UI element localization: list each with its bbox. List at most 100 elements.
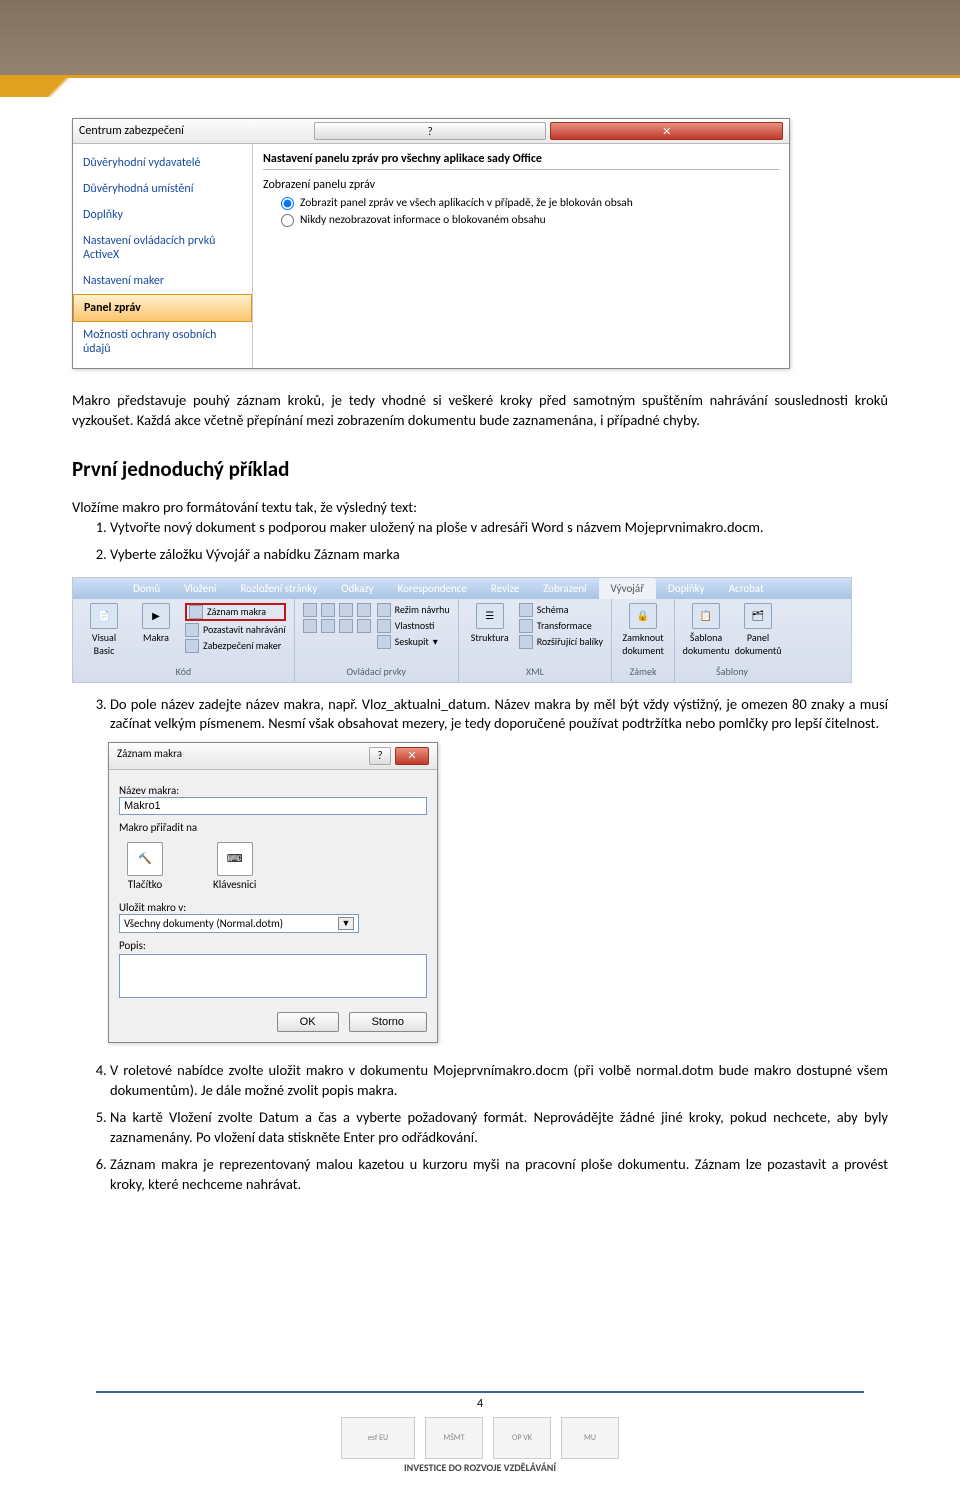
radio-show-bar-input[interactable] (281, 197, 294, 210)
close-icon[interactable]: ✕ (550, 122, 783, 140)
pause-recording-button[interactable]: Pozastavit nahrávání (185, 623, 286, 637)
security-icon (185, 639, 199, 653)
group-label-templates: Šablony (716, 663, 748, 682)
tab-review[interactable]: Revize (479, 578, 531, 599)
store-in-value: Všechny dokumenty (Normal.dotm) (124, 917, 283, 930)
nav-privacy[interactable]: Možnosti ochrany osobních údajů (73, 322, 252, 362)
group-label-code: Kód (176, 663, 192, 682)
radio-show-bar-label: Zobrazit panel zpráv ve všech aplikacích… (300, 196, 633, 210)
nav-trusted-locations[interactable]: Důvěryhodná umístění (73, 176, 252, 202)
visual-basic-icon: 📄 (90, 603, 118, 629)
expansion-icon (519, 635, 533, 649)
macro-name-label: Název makra: (119, 784, 427, 797)
ribbon-group-protect: 🔒 Zamknout dokument Zámek (612, 599, 675, 682)
description-label: Popis: (119, 939, 427, 952)
record-macro-button[interactable]: Záznam makra (185, 603, 286, 621)
settings-panel-title: Nastavení panelu zpráv pro všechny aplik… (263, 152, 779, 170)
macro-name-input[interactable] (119, 797, 427, 815)
schema-button[interactable]: Schéma (519, 603, 603, 617)
expansion-packs-button[interactable]: Rozšiřující balíky (519, 635, 603, 649)
esf-logo: esf EU (341, 1417, 415, 1459)
macros-icon: ▶ (142, 603, 170, 629)
assign-to-button[interactable]: 🔨 Tlačítko (127, 842, 163, 891)
cancel-button[interactable]: Storno (349, 1012, 427, 1032)
radio-show-bar[interactable]: Zobrazit panel zpráv ve všech aplikacích… (281, 196, 779, 210)
page-footer: 4 esf EU MŠMT OP VK MU INVESTICE DO ROZV… (0, 1391, 960, 1474)
record-icon (189, 605, 203, 619)
tab-insert[interactable]: Vložení (172, 578, 228, 599)
chevron-down-icon: ▼ (338, 917, 354, 930)
group-label-xml: XML (526, 663, 544, 682)
group-label-protect: Zámek (630, 663, 657, 682)
transform-icon (519, 619, 533, 633)
nav-addins[interactable]: Doplňky (73, 202, 252, 228)
tab-home[interactable]: Domů (121, 578, 172, 599)
macro-security-button[interactable]: Zabezpečení maker (185, 639, 286, 653)
record-dialog-title: Záznam makra (117, 747, 365, 765)
document-header-band (0, 0, 960, 78)
visual-basic-button[interactable]: 📄 Visual Basic (81, 603, 127, 663)
template-icon: 📋 (692, 603, 720, 629)
ribbon-tabs: Domů Vložení Rozložení stránky Odkazy Ko… (73, 578, 851, 599)
steps-list-cont2: V roletové nabídce zvolte uložit makro v… (110, 1061, 888, 1194)
ribbon-group-code: 📄 Visual Basic ▶ Makra Záznam makra Poza… (73, 599, 295, 682)
structure-button[interactable]: ☰ Struktura (467, 603, 513, 663)
close-icon[interactable]: ✕ (395, 747, 429, 765)
store-in-select[interactable]: Všechny dokumenty (Normal.dotm) ▼ (119, 914, 359, 933)
help-icon[interactable]: ? (369, 747, 391, 765)
help-icon[interactable]: ? (314, 122, 547, 140)
tab-page-layout[interactable]: Rozložení stránky (228, 578, 329, 599)
properties-button[interactable]: Vlastnosti (377, 619, 450, 633)
step-5: Na kartě Vložení zvolte Datum a čas a vy… (110, 1108, 888, 1147)
footer-logos: esf EU MŠMT OP VK MU (0, 1417, 960, 1459)
trust-center-dialog: Centrum zabezpečení ? ✕ Důvěryhodní vyda… (72, 118, 790, 369)
opvk-logo: OP VK (493, 1417, 551, 1459)
record-dialog-titlebar: Záznam makra ? ✕ (109, 743, 437, 770)
nav-message-bar[interactable]: Panel zpráv (73, 294, 252, 322)
nav-activex[interactable]: Nastavení ovládacích prvků ActiveX (73, 228, 252, 268)
lock-icon: 🔒 (629, 603, 657, 629)
muni-logo: MU (561, 1417, 619, 1459)
assign-to-keyboard[interactable]: ⌨ Klávesnici (213, 842, 256, 891)
document-template-button[interactable]: 📋 Šablona dokumentu (683, 603, 729, 663)
assign-label: Makro přiřadit na (119, 821, 427, 834)
keyboard-icon: ⌨ (217, 842, 253, 876)
radio-never-show-input[interactable] (281, 214, 294, 227)
settings-panel: Nastavení panelu zpráv pro všechny aplik… (253, 144, 789, 368)
design-mode-button[interactable]: Režim návrhu (377, 603, 450, 617)
macros-button[interactable]: ▶ Makra (133, 603, 179, 663)
step-1: Vytvořte nový dokument s podporou maker … (110, 518, 888, 538)
word-ribbon: Domů Vložení Rozložení stránky Odkazy Ko… (72, 577, 852, 683)
radio-never-show-label: Nikdy nezobrazovat informace o blokované… (300, 213, 546, 227)
group-button[interactable]: Seskupit ▾ (377, 635, 450, 649)
settings-subheading: Zobrazení panelu zpráv (263, 178, 779, 192)
document-panel-button[interactable]: 🗂 Panel dokumentů (735, 603, 781, 663)
ribbon-group-xml: ☰ Struktura Schéma Transformace Rozšiřuj… (459, 599, 612, 682)
structure-icon: ☰ (476, 603, 504, 629)
tab-developer[interactable]: Vývojář (599, 578, 657, 599)
nav-macro-settings[interactable]: Nastavení maker (73, 268, 252, 294)
pause-icon (185, 623, 199, 637)
steps-list: Vytvořte nový dokument s podporou maker … (110, 518, 888, 565)
tab-acrobat[interactable]: Acrobat (717, 578, 776, 599)
group-label-controls: Ovládací prvky (346, 663, 405, 682)
step-3: Do pole název zadejte název makra, např.… (110, 695, 888, 734)
tab-addins[interactable]: Doplňky (656, 578, 717, 599)
footer-slogan: INVESTICE DO ROZVOJE VZDĚLÁVÁNÍ (0, 1461, 960, 1474)
properties-icon (377, 619, 391, 633)
hammer-icon: 🔨 (127, 842, 163, 876)
radio-never-show[interactable]: Nikdy nezobrazovat informace o blokované… (281, 213, 779, 227)
nav-trusted-publishers[interactable]: Důvěryhodní vydavatelé (73, 150, 252, 176)
paragraph-insert-macro: Vložíme makro pro formátování textu tak,… (72, 498, 888, 518)
dialog-nav: Důvěryhodní vydavatelé Důvěryhodná umíst… (73, 144, 253, 368)
panel-icon: 🗂 (744, 603, 772, 629)
tab-references[interactable]: Odkazy (329, 578, 385, 599)
paragraph-intro: Makro představuje pouhý záznam kroků, je… (72, 391, 888, 430)
transformation-button[interactable]: Transformace (519, 619, 603, 633)
ok-button[interactable]: OK (277, 1012, 339, 1032)
msmt-logo: MŠMT (425, 1417, 483, 1459)
tab-mailings[interactable]: Korespondence (386, 578, 479, 599)
tab-view[interactable]: Zobrazení (531, 578, 598, 599)
description-textarea[interactable] (119, 954, 427, 998)
protect-document-button[interactable]: 🔒 Zamknout dokument (620, 603, 666, 663)
